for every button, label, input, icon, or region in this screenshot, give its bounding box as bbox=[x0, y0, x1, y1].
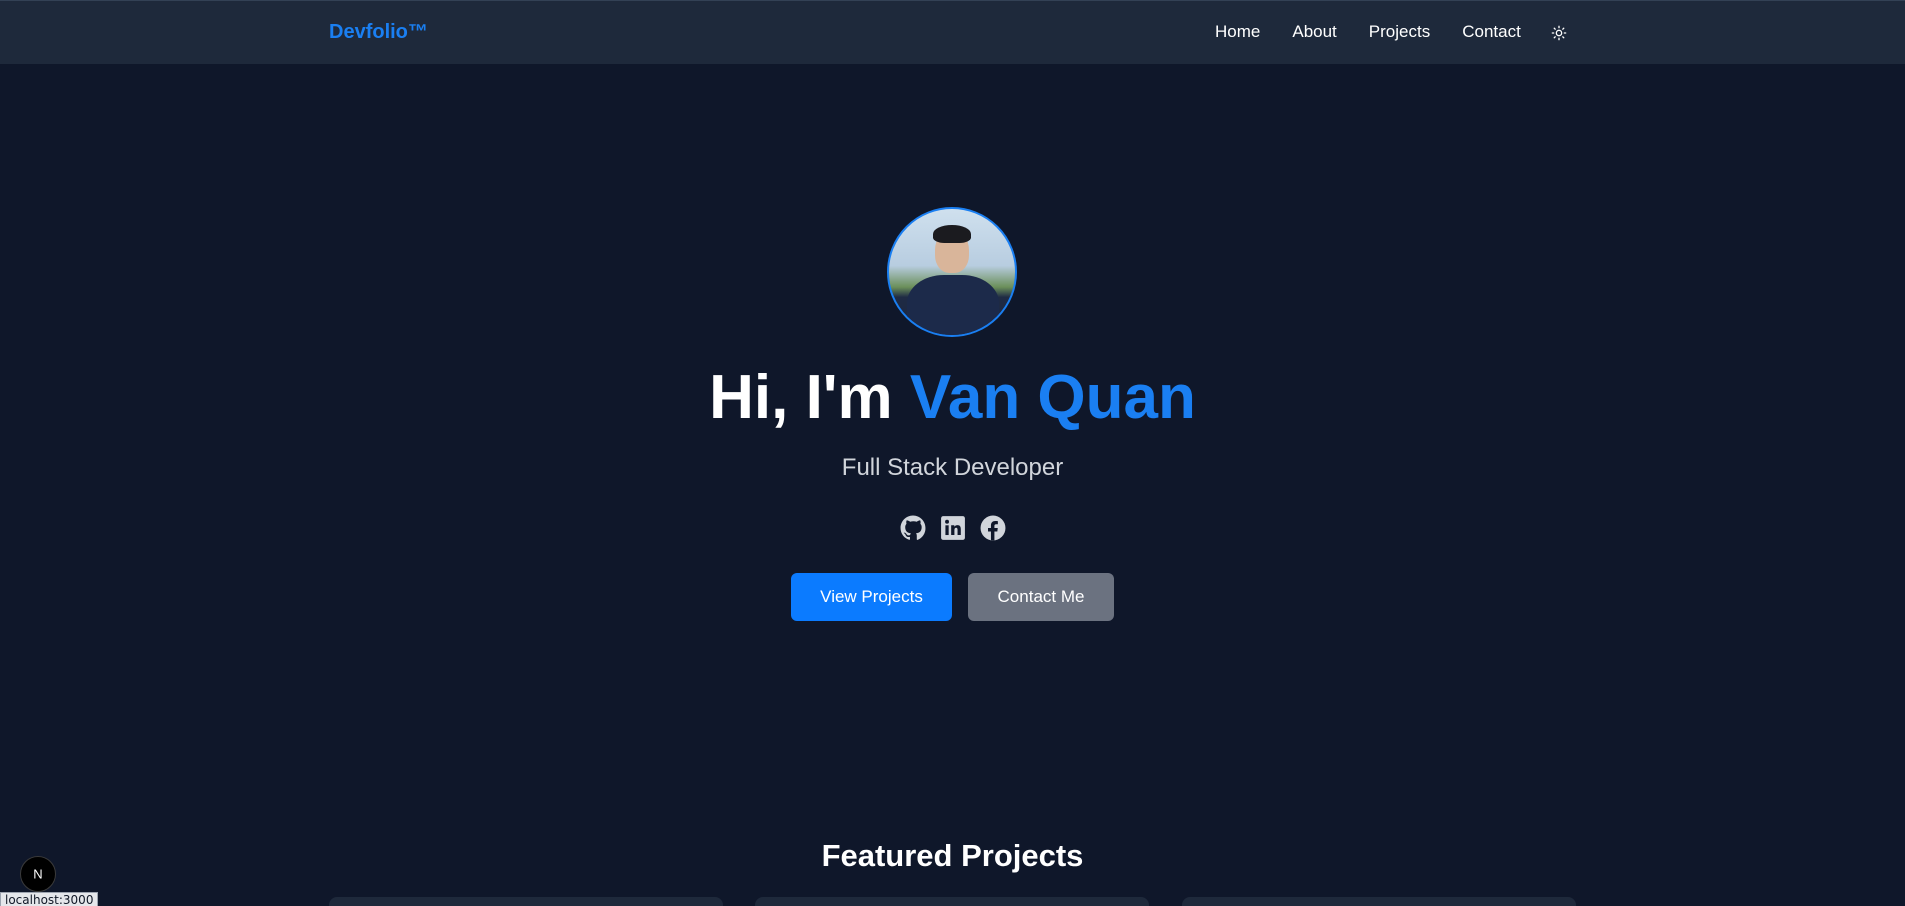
status-bar-url: localhost:3000 bbox=[0, 892, 99, 906]
avatar-body bbox=[907, 275, 999, 335]
avatar-hair bbox=[933, 225, 971, 243]
brand-logo[interactable]: Devfolio™ bbox=[329, 21, 428, 44]
nav-links: Home About Projects Contact bbox=[1215, 22, 1521, 42]
nav-link-home[interactable]: Home bbox=[1215, 22, 1260, 42]
project-card[interactable] bbox=[1182, 897, 1576, 906]
linkedin-icon bbox=[941, 516, 965, 540]
hero-name: Van Quan bbox=[909, 363, 1196, 432]
linkedin-link[interactable] bbox=[940, 515, 966, 541]
avatar bbox=[887, 207, 1017, 337]
social-links bbox=[900, 515, 1006, 541]
sun-icon bbox=[1551, 25, 1567, 41]
featured-projects-title: Featured Projects bbox=[821, 837, 1084, 873]
facebook-icon bbox=[980, 515, 1006, 541]
nav-link-about[interactable]: About bbox=[1292, 22, 1336, 42]
facebook-link[interactable] bbox=[980, 515, 1006, 541]
view-projects-button[interactable]: View Projects bbox=[791, 573, 952, 621]
dev-indicator-button[interactable]: N bbox=[20, 856, 56, 892]
nextjs-icon: N bbox=[33, 867, 42, 882]
hero-role: Full Stack Developer bbox=[841, 454, 1064, 481]
hero-greeting: Hi, I'm bbox=[709, 363, 910, 432]
dev-indicator-label: N bbox=[33, 867, 42, 882]
nav-link-projects[interactable]: Projects bbox=[1369, 22, 1430, 42]
project-card[interactable] bbox=[755, 897, 1149, 906]
navbar: Devfolio™ Home About Projects Contact bbox=[0, 0, 1905, 64]
github-icon bbox=[900, 515, 926, 540]
github-link[interactable] bbox=[900, 515, 926, 541]
theme-toggle-button[interactable] bbox=[1549, 23, 1569, 43]
page: Devfolio™ Home About Projects Contact Hi… bbox=[0, 0, 1905, 906]
nav-link-contact[interactable]: Contact bbox=[1462, 22, 1521, 42]
project-card[interactable] bbox=[329, 897, 723, 906]
hero-headline: Hi, I'm Van Quan bbox=[0, 362, 1905, 433]
contact-me-button[interactable]: Contact Me bbox=[968, 573, 1114, 621]
